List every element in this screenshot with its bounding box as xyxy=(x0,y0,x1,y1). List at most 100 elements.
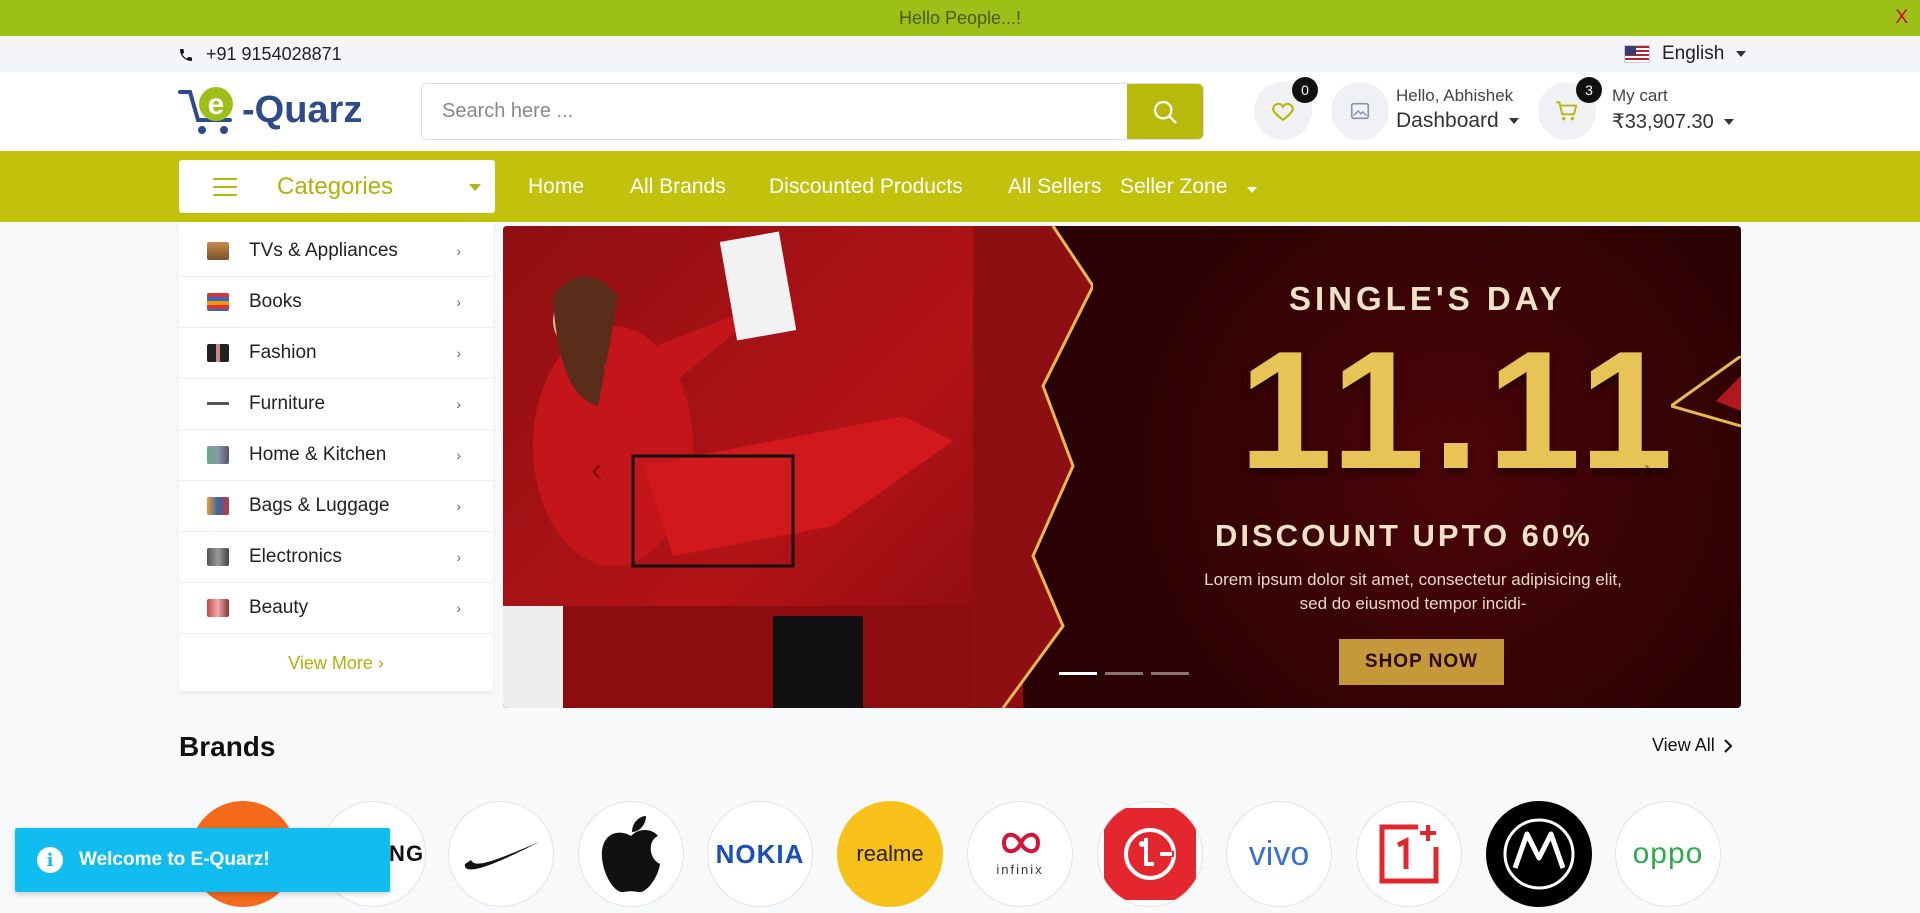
oneplus-logo-icon xyxy=(1379,824,1439,884)
banner-title: SINGLE'S DAY xyxy=(1289,280,1566,317)
nav-seller-zone[interactable]: Seller Zone xyxy=(1120,175,1227,199)
brand-logo-vivo[interactable]: vivo xyxy=(1226,801,1332,907)
brand-logo-nokia[interactable]: NOKIA xyxy=(707,801,813,907)
tv-appliance-icon xyxy=(207,242,229,260)
category-item-home-kitchen[interactable]: Home & Kitchen › xyxy=(179,430,493,481)
brand-logo-oppo[interactable]: oppo xyxy=(1615,801,1721,907)
site-logo[interactable]: e -Quarz xyxy=(178,82,362,138)
furniture-icon xyxy=(207,395,229,413)
lg-logo-icon xyxy=(1104,808,1196,900)
banner-discount: DISCOUNT UPTO 60% xyxy=(1215,518,1593,553)
category-label: Books xyxy=(249,291,302,312)
brand-logo-oneplus[interactable] xyxy=(1356,801,1462,907)
cart-label: My cart xyxy=(1612,86,1668,105)
shop-now-button[interactable]: SHOP NOW xyxy=(1339,639,1504,685)
brand-logo-realme[interactable]: realme xyxy=(837,801,943,907)
carousel-dot[interactable] xyxy=(1151,672,1189,675)
cart-summary[interactable]: My cart ₹33,907.30 xyxy=(1612,86,1734,134)
category-label: Beauty xyxy=(249,597,309,618)
nav-discounted-products[interactable]: Discounted Products xyxy=(769,175,963,199)
infinix-logo-icon xyxy=(1001,832,1041,854)
category-item-fashion[interactable]: Fashion › xyxy=(179,328,493,379)
cart-icon xyxy=(1556,101,1578,121)
language-label: English xyxy=(1662,43,1725,64)
dashboard-dropdown[interactable]: Dashboard xyxy=(1396,109,1519,133)
toast-message: Welcome to E-Quarz! xyxy=(79,849,270,870)
cart-logo-icon: e xyxy=(178,82,240,138)
banner-description: Lorem ipsum dolor sit amet, consectetur … xyxy=(1204,570,1622,613)
search-button[interactable] xyxy=(1127,84,1203,139)
chevron-down-icon xyxy=(1736,51,1747,57)
search-input[interactable] xyxy=(422,84,1127,139)
carousel-next-arrow[interactable]: › xyxy=(1643,451,1654,490)
nav-all-sellers[interactable]: All Sellers xyxy=(1008,175,1101,199)
brand-logo-apple[interactable] xyxy=(578,801,684,907)
heart-icon xyxy=(1272,102,1294,121)
wishlist-button[interactable]: 0 xyxy=(1254,77,1318,140)
avatar[interactable] xyxy=(1331,82,1389,140)
welcome-toast[interactable]: i Welcome to E-Quarz! xyxy=(15,828,390,892)
electronics-icon xyxy=(207,548,229,566)
category-menu: TVs & Appliances › Books › Fashion › Fur… xyxy=(179,222,493,691)
cart-total-dropdown[interactable]: ₹33,907.30 xyxy=(1612,109,1734,134)
cart-button[interactable]: 3 xyxy=(1538,77,1602,140)
carousel-dots xyxy=(1059,672,1189,675)
books-icon xyxy=(207,293,229,311)
top-bar: +91 9154028871 English xyxy=(0,36,1920,72)
category-item-books[interactable]: Books › xyxy=(179,277,493,328)
brands-heading: Brands xyxy=(179,731,276,762)
luggage-icon xyxy=(207,497,229,515)
language-selector[interactable]: English xyxy=(1624,43,1747,65)
search-icon xyxy=(1153,100,1177,124)
hero-banner[interactable]: SINGLE'S DAY 11.11 DISCOUNT UPTO 60% Lor… xyxy=(503,226,1741,708)
us-flag-icon xyxy=(1624,45,1650,63)
account-greeting: Hello, Abhishek xyxy=(1396,86,1514,105)
chevron-down-icon[interactable] xyxy=(1247,187,1257,193)
fashion-icon xyxy=(207,344,229,362)
category-item-beauty[interactable]: Beauty › xyxy=(179,583,493,634)
account-menu[interactable]: Hello, Abhishek Dashboard xyxy=(1396,86,1519,133)
search-bar xyxy=(421,83,1204,140)
brand-logo-motorola[interactable] xyxy=(1486,801,1592,907)
apple-logo-icon xyxy=(601,816,660,893)
logo-wordmark: -Quarz xyxy=(242,88,363,131)
categories-button[interactable]: Categories xyxy=(179,160,495,213)
wishlist-count-badge: 0 xyxy=(1292,77,1318,103)
category-label: TVs & Appliances xyxy=(249,240,398,261)
chevron-down-icon xyxy=(469,184,481,191)
announcement-text: Hello People...! xyxy=(898,7,1022,28)
info-icon: i xyxy=(37,847,63,873)
banner-headline: 11.11 xyxy=(1239,316,1681,504)
category-item-bags-luggage[interactable]: Bags & Luggage › xyxy=(179,481,493,532)
carousel-prev-arrow[interactable]: ‹ xyxy=(591,451,602,490)
zigzag-divider xyxy=(973,226,1093,708)
dashboard-label: Dashboard xyxy=(1396,109,1499,132)
view-more-categories-link[interactable]: View More › xyxy=(179,653,493,674)
chevron-right-icon: › xyxy=(456,396,461,412)
brand-logo-lg[interactable] xyxy=(1097,801,1203,907)
chevron-down-icon xyxy=(1723,118,1734,125)
logo-letter: e xyxy=(208,88,225,121)
category-item-furniture[interactable]: Furniture › xyxy=(179,379,493,430)
category-item-electronics[interactable]: Electronics › xyxy=(179,532,493,583)
phone-contact[interactable]: +91 9154028871 xyxy=(178,44,342,65)
category-label: Fashion xyxy=(249,342,317,363)
nav-home[interactable]: Home xyxy=(528,175,584,199)
hamburger-icon xyxy=(213,177,237,196)
carousel-dot[interactable] xyxy=(1105,672,1143,675)
view-all-brands-link[interactable]: View All xyxy=(1652,735,1733,756)
view-all-label: View All xyxy=(1652,735,1715,755)
category-label: Home & Kitchen xyxy=(249,444,387,465)
category-label: Furniture xyxy=(249,393,326,414)
carousel-dot[interactable] xyxy=(1059,672,1097,675)
nav-all-brands[interactable]: All Brands xyxy=(630,175,726,199)
announcement-close-button[interactable]: X xyxy=(1895,7,1908,29)
phone-number: +91 9154028871 xyxy=(206,44,342,64)
category-label: Bags & Luggage xyxy=(249,495,390,516)
brand-logo-infinix[interactable]: infinix xyxy=(967,801,1073,907)
category-label: Electronics xyxy=(249,546,342,567)
category-item-tvs-appliances[interactable]: TVs & Appliances › xyxy=(179,226,493,277)
chevron-right-icon: › xyxy=(456,345,461,361)
brand-logo-nike[interactable] xyxy=(448,801,554,907)
chevron-right-icon: › xyxy=(456,498,461,514)
